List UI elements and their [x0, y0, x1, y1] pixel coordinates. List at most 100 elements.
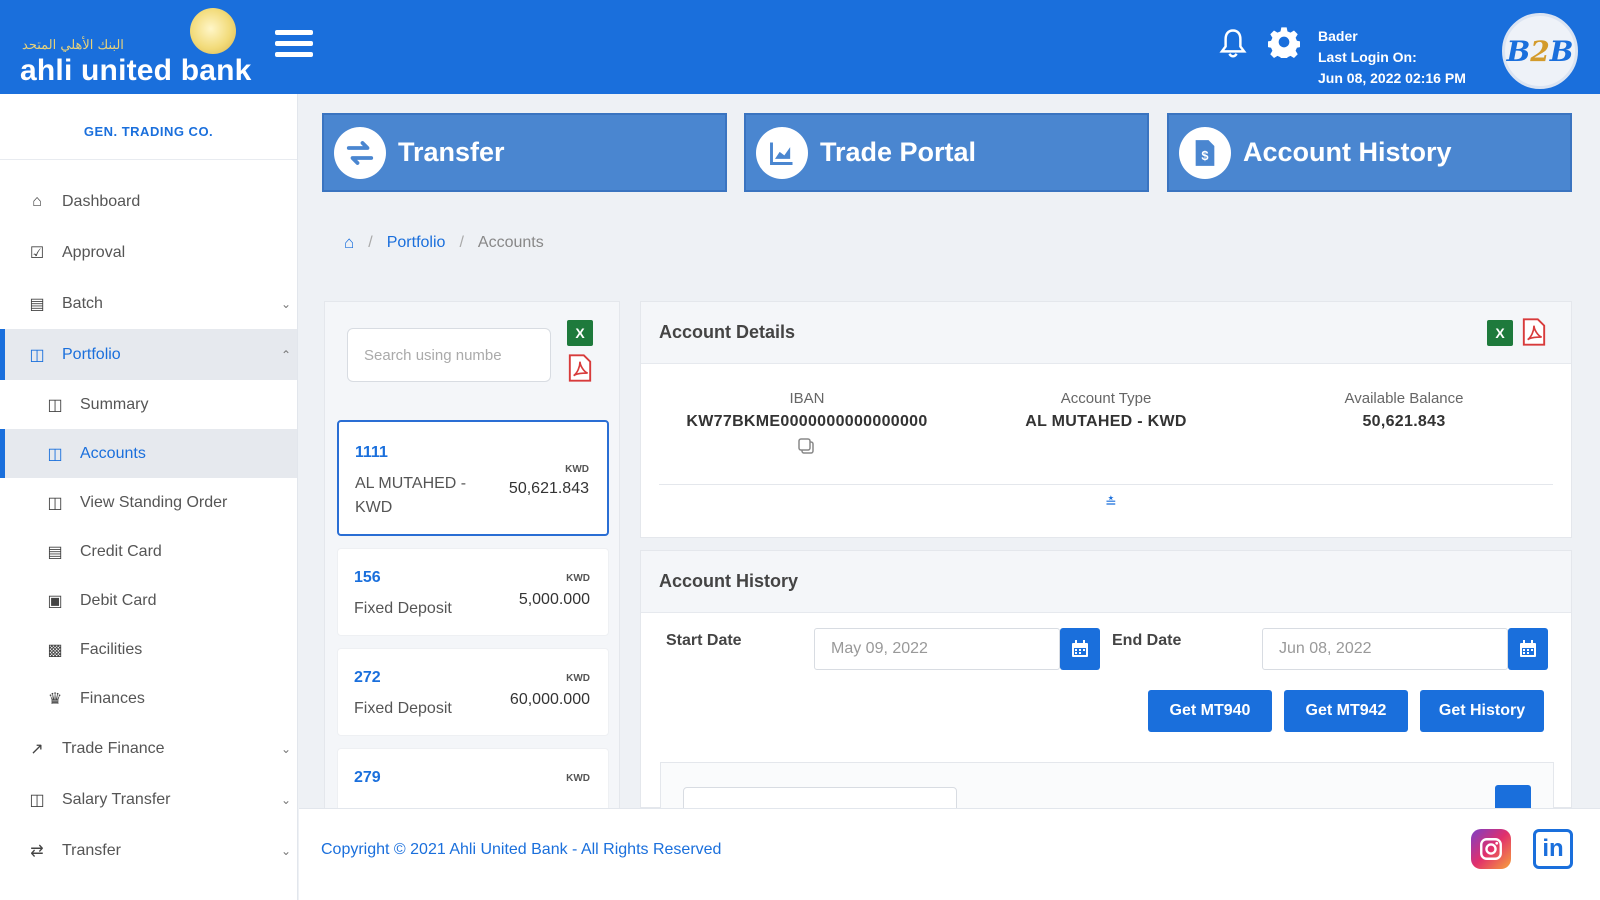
account-type: Fixed Deposit: [354, 700, 452, 717]
end-date-value: Jun 08, 2022: [1279, 640, 1372, 657]
sidebar-item-label: Approval: [62, 243, 126, 261]
account-type: Fixed Deposit: [354, 600, 452, 617]
account-balance: 5,000.000: [518, 591, 590, 608]
sidebar-item-label: Summary: [80, 395, 149, 413]
bell-icon[interactable]: [1218, 28, 1248, 60]
b2b-avatar[interactable]: B2B: [1502, 13, 1578, 89]
account-number: 279: [354, 769, 381, 786]
account-type: AL MUTAHED - KWD: [355, 475, 467, 516]
sidebar-item-batch[interactable]: ▤ Batch ⌄: [0, 278, 297, 329]
account-card[interactable]: 1111 AL MUTAHED - KWD KWD 50,621.843: [337, 420, 609, 536]
account-balance: 60,000.000: [509, 691, 590, 708]
sidebar-item-label: Transfer: [62, 841, 121, 859]
sidebar-item-label: Accounts: [80, 444, 146, 462]
sidebar-item-label: Batch: [62, 294, 103, 312]
company-name: GEN. TRADING CO.: [0, 94, 297, 160]
linkedin-icon[interactable]: in: [1533, 829, 1573, 869]
account-card[interactable]: 279 KWD: [337, 748, 609, 810]
avatar-letter: B: [1549, 34, 1574, 68]
account-currency: KWD: [566, 673, 590, 684]
account-balance: 50,621.843: [508, 480, 589, 497]
debit-card-icon: ▣: [47, 592, 63, 610]
start-date-value: May 09, 2022: [831, 640, 928, 657]
account-type-block: Account Type AL MUTAHED - KWD: [966, 390, 1246, 431]
copy-icon[interactable]: [797, 437, 817, 457]
chevron-down-icon: ⌄: [280, 296, 291, 311]
sidebar-item-facilities[interactable]: ▩ Facilities: [0, 625, 297, 674]
sidebar-item-view-standing-order[interactable]: ◫ View Standing Order: [0, 478, 297, 527]
available-balance-label: Available Balance: [1344, 390, 1464, 407]
transfer-button[interactable]: Transfer: [322, 113, 727, 192]
sidebar-item-salary-transfer[interactable]: ◫ Salary Transfer ⌄: [0, 774, 297, 825]
avatar-letter: B: [1506, 34, 1531, 68]
logo-arabic-name: البنك الأهلي المتحد: [22, 38, 124, 53]
user-info[interactable]: Bader Last Login On: Jun 08, 2022 02:16 …: [1318, 26, 1466, 89]
calendar-icon[interactable]: [1508, 628, 1548, 670]
sidebar-item-label: Trade Finance: [62, 739, 165, 757]
account-history-button[interactable]: $ Account History: [1167, 113, 1572, 192]
calendar-icon[interactable]: [1060, 628, 1100, 670]
sidebar-item-portfolio[interactable]: ◫ Portfolio ⌃: [0, 329, 297, 380]
account-history-title: Account History: [641, 551, 1571, 613]
pdf-icon[interactable]: [1521, 318, 1547, 346]
home-icon[interactable]: ⌂: [344, 233, 354, 253]
end-date-label: End Date: [1112, 632, 1182, 649]
sidebar-item-credit-card[interactable]: ▤ Credit Card: [0, 527, 297, 576]
iban-label: IBAN: [789, 390, 825, 407]
sidebar-item-dashboard[interactable]: ⌂ Dashboard: [0, 176, 297, 227]
sidebar-item-label: Facilities: [80, 640, 143, 658]
user-name: Bader: [1318, 28, 1358, 44]
home-icon: ⌂: [32, 192, 42, 210]
batch-icon: ▤: [29, 295, 45, 313]
account-details-heading: Account Details: [659, 322, 796, 342]
get-mt942-button[interactable]: Get MT942: [1284, 690, 1408, 732]
excel-icon[interactable]: X: [1487, 320, 1519, 346]
account-number: 1111: [355, 444, 388, 461]
account-number: 272: [354, 669, 381, 686]
sidebar-item-summary[interactable]: ◫ Summary: [0, 380, 297, 429]
sidebar-item-transfer[interactable]: ⇄ Transfer ⌄: [0, 825, 297, 876]
svg-text:$: $: [1201, 148, 1208, 163]
menu-toggle-icon[interactable]: [275, 30, 313, 64]
sidebar-item-trade-finance[interactable]: ↗ Trade Finance ⌄: [0, 723, 297, 774]
pdf-icon[interactable]: [567, 354, 593, 382]
account-history-label: Account History: [1243, 137, 1452, 167]
accounts-list-panel: X 1111 AL MUTAHED - KWD KWD 50,621.843 1…: [324, 301, 620, 811]
sidebar-item-debit-card[interactable]: ▣ Debit Card: [0, 576, 297, 625]
get-history-button[interactable]: Get History: [1420, 690, 1544, 732]
excel-icon[interactable]: X: [567, 320, 599, 346]
transfer-label: Transfer: [398, 137, 505, 167]
end-date-input[interactable]: Jun 08, 2022: [1262, 628, 1508, 670]
money-icon: ◫: [29, 791, 45, 809]
check-square-icon: ☑: [29, 244, 45, 262]
logo-name: ahli united bank: [20, 54, 252, 87]
chevron-down-icon: ⌄: [280, 792, 291, 807]
sidebar-item-finances[interactable]: ♛ Finances: [0, 674, 297, 723]
account-type-label: Account Type: [1060, 390, 1152, 407]
instagram-icon[interactable]: [1471, 829, 1511, 869]
available-balance-value: 50,621.843: [1362, 413, 1446, 430]
account-type-value: AL MUTAHED - KWD: [1025, 413, 1187, 430]
trade-portal-label: Trade Portal: [820, 137, 977, 167]
divider: [659, 484, 1553, 485]
sidebar-item-approval[interactable]: ☑ Approval: [0, 227, 297, 278]
gear-icon[interactable]: [1268, 26, 1300, 58]
footer: Copyright © 2021 Ahli United Bank - All …: [299, 808, 1600, 900]
get-mt940-button[interactable]: Get MT940: [1148, 690, 1272, 732]
account-card[interactable]: 272 Fixed Deposit KWD 60,000.000: [337, 648, 609, 736]
sidebar-item-accounts[interactable]: ◫ Accounts: [0, 429, 297, 478]
start-date-input[interactable]: May 09, 2022: [814, 628, 1060, 670]
breadcrumb-portfolio[interactable]: Portfolio: [387, 234, 446, 252]
breadcrumb: ⌂ / Portfolio / Accounts: [322, 218, 1572, 268]
sidebar-item-label: Salary Transfer: [62, 790, 171, 808]
iban-value: KW77BKME0000000000000000: [686, 413, 928, 430]
breadcrumb-separator: /: [368, 234, 373, 251]
trade-portal-button[interactable]: Trade Portal: [744, 113, 1149, 192]
last-login-time: Jun 08, 2022 02:16 PM: [1318, 70, 1466, 86]
iban-block: IBAN KW77BKME0000000000000000: [667, 390, 947, 457]
bank-logo[interactable]: البنك الأهلي المتحد ahli united bank: [20, 8, 260, 88]
account-card[interactable]: 156 Fixed Deposit KWD 5,000.000: [337, 548, 609, 636]
account-search-input[interactable]: [347, 328, 551, 382]
logo-emblem: [190, 8, 236, 54]
chevron-double-down-icon[interactable]: ≛: [1105, 494, 1117, 511]
